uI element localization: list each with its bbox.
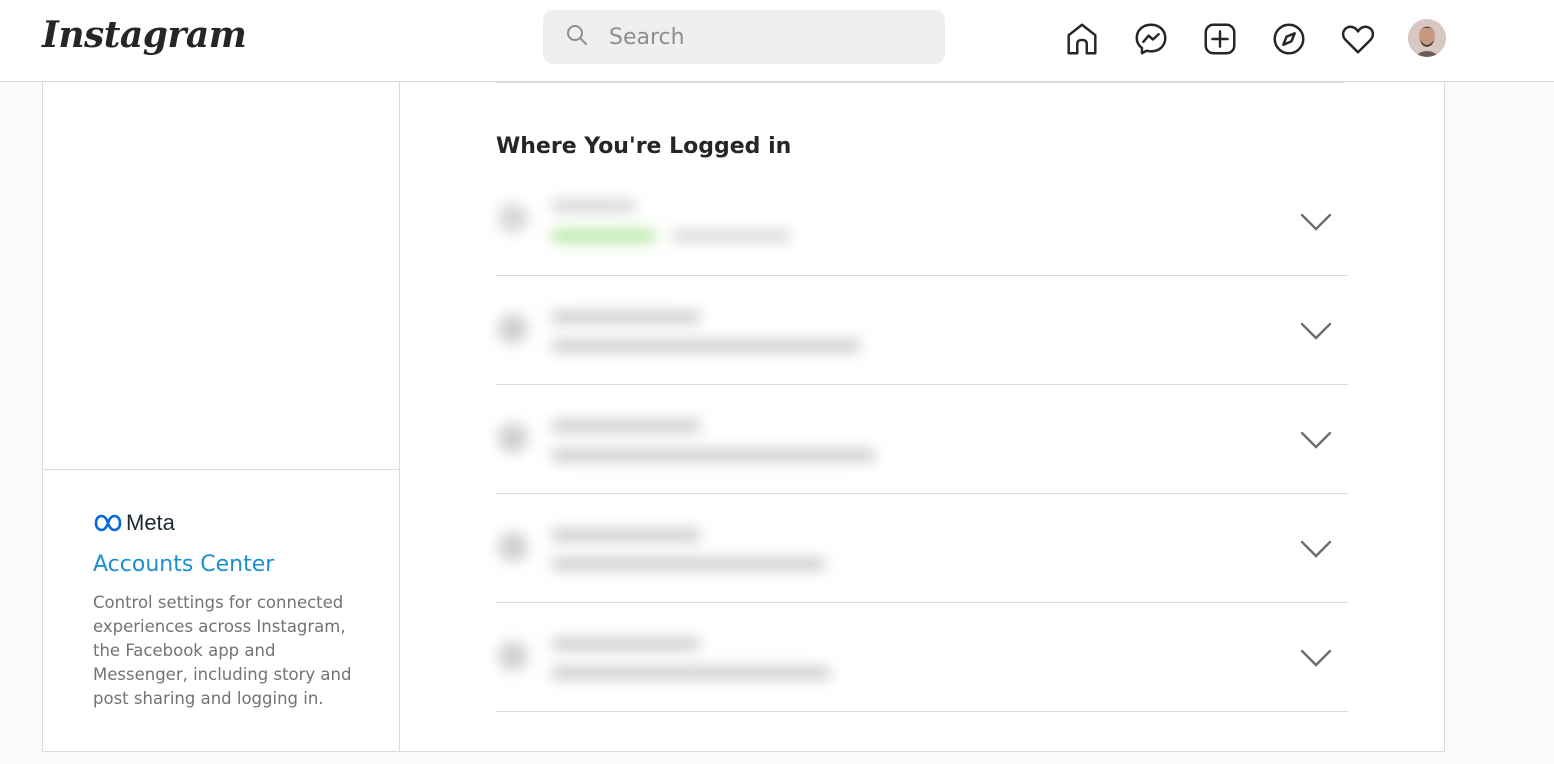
chevron-down-icon[interactable] [1298,210,1334,234]
settings-sidebar: Meta Accounts Center Control settings fo… [43,82,400,752]
instagram-logo[interactable]: Instagram [42,14,247,56]
top-navigation-bar: Instagram [0,0,1554,82]
activity-heart-icon[interactable] [1336,17,1380,61]
new-post-icon[interactable] [1198,17,1242,61]
chevron-down-icon[interactable] [1298,428,1334,452]
session-row[interactable] [496,276,1348,385]
blurred-session-details [496,603,916,711]
blurred-session-details [496,385,916,493]
meta-infinity-icon [94,514,122,532]
blurred-session-details [496,276,916,384]
avatar[interactable] [1408,19,1446,57]
search-icon [565,23,589,51]
accounts-center-link[interactable]: Accounts Center [93,552,399,577]
search-input[interactable] [607,23,907,51]
session-row[interactable] [496,385,1348,494]
section-title: Where You're Logged in [496,134,792,159]
meta-wordmark: Meta [126,510,175,535]
session-row[interactable] [496,603,1348,712]
chevron-down-icon[interactable] [1298,319,1334,343]
session-row[interactable] [496,494,1348,603]
chevron-down-icon[interactable] [1298,646,1334,670]
search-box[interactable] [543,10,945,64]
accounts-center-description: Control settings for connected experienc… [93,593,352,708]
accounts-center-promo: Meta Accounts Center Control settings fo… [43,469,399,752]
home-icon[interactable] [1060,17,1104,61]
login-activity-content: Where You're Logged in [400,82,1445,752]
session-row[interactable] [496,167,1348,276]
chevron-down-icon[interactable] [1298,537,1334,561]
messenger-icon[interactable] [1129,17,1173,61]
meta-logo: Meta [93,510,399,536]
settings-panel: Meta Accounts Center Control settings fo… [42,82,1445,752]
divider [496,82,1345,83]
blurred-session-details [496,494,916,602]
blurred-session-details [496,167,916,275]
explore-icon[interactable] [1267,17,1311,61]
